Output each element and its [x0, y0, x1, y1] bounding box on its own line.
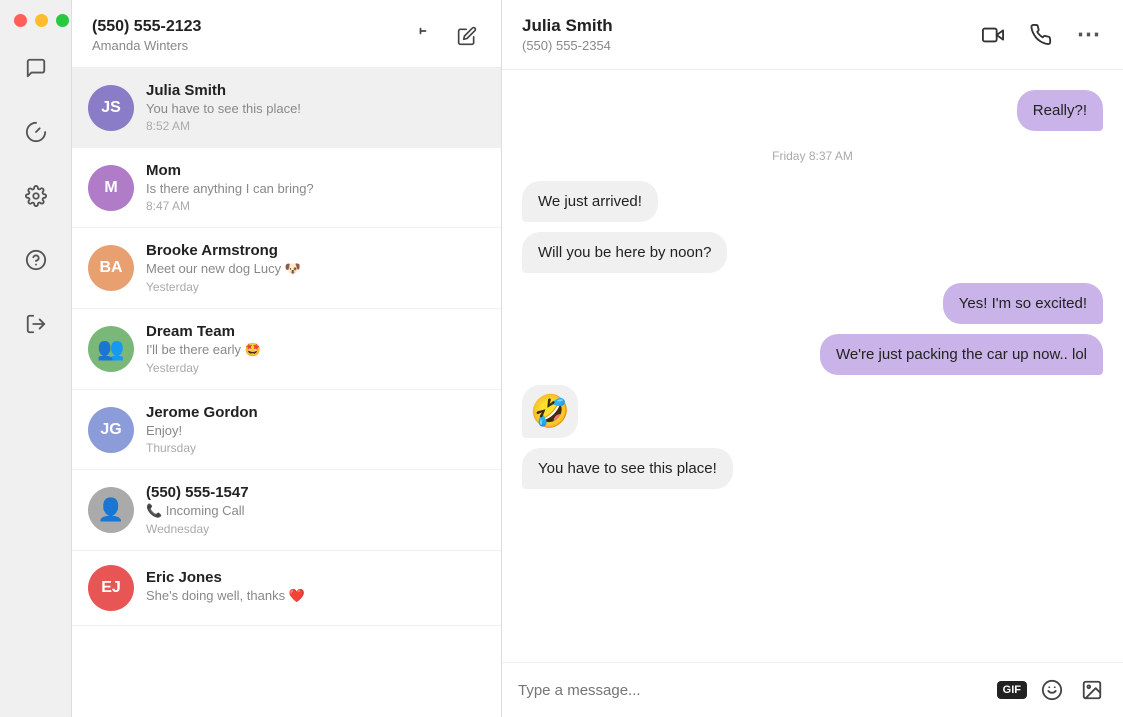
message-preview: She's doing well, thanks ❤️ [146, 588, 485, 604]
emoji-picker-icon[interactable] [1037, 675, 1067, 705]
avatar: 👥 [88, 326, 134, 372]
messages-icon[interactable] [18, 50, 54, 86]
message-time: Wednesday [146, 522, 485, 536]
conv-info: Dream Team I'll be there early 🤩 Yesterd… [146, 323, 485, 375]
message-time: Thursday [146, 441, 485, 455]
conv-info: Brooke Armstrong Meet our new dog Lucy 🐶… [146, 242, 485, 294]
account-name: Amanda Winters [92, 38, 201, 53]
help-icon[interactable] [18, 242, 54, 278]
sidebar-nav [0, 0, 72, 717]
message-row: Yes! I'm so excited! [522, 283, 1103, 324]
minimize-button[interactable] [35, 14, 48, 27]
conversation-list: JS Julia Smith You have to see this plac… [72, 68, 501, 717]
image-attach-icon[interactable] [1077, 675, 1107, 705]
chat-header-actions: ⋯ [979, 21, 1103, 49]
list-item[interactable]: M Mom Is there anything I can bring? 8:4… [72, 148, 501, 228]
conversations-panel: (550) 555-2123 Amanda Winters JS [72, 0, 502, 717]
avatar: M [88, 165, 134, 211]
message-time: Yesterday [146, 361, 485, 375]
message-bubble: We're just packing the car up now.. lol [820, 334, 1103, 375]
conv-info: Mom Is there anything I can bring? 8:47 … [146, 162, 485, 213]
avatar: EJ [88, 565, 134, 611]
chat-input-bar: GIF [502, 662, 1123, 717]
conversations-header: (550) 555-2123 Amanda Winters [72, 0, 501, 68]
message-preview: Meet our new dog Lucy 🐶 [146, 261, 485, 277]
message-row: We're just packing the car up now.. lol [522, 334, 1103, 375]
phone-call-icon[interactable] [1027, 21, 1055, 49]
list-item[interactable]: 👤 (550) 555-1547 📞 Incoming Call Wednesd… [72, 470, 501, 551]
avatar: JG [88, 407, 134, 453]
message-bubble: Yes! I'm so excited! [943, 283, 1103, 324]
message-preview: 📞 Incoming Call [146, 503, 485, 519]
chat-contact-name: Julia Smith [522, 16, 613, 36]
video-call-icon[interactable] [979, 21, 1007, 49]
message-bubble: You have to see this place! [522, 448, 733, 489]
avatar: JS [88, 85, 134, 131]
message-row: 🤣 [522, 385, 1103, 438]
header-actions [409, 22, 481, 50]
message-row: Will you be here by noon? [522, 232, 1103, 273]
conv-info: (550) 555-1547 📞 Incoming Call Wednesday [146, 484, 485, 536]
contact-name: Mom [146, 162, 485, 179]
message-time: 8:47 AM [146, 199, 485, 213]
account-info: (550) 555-2123 Amanda Winters [92, 18, 201, 53]
window-controls [14, 14, 69, 27]
maximize-button[interactable] [56, 14, 69, 27]
gif-button[interactable]: GIF [997, 681, 1027, 699]
chat-contact-phone: (550) 555-2354 [522, 38, 613, 53]
message-bubble: Really?! [1017, 90, 1103, 131]
message-preview: Enjoy! [146, 423, 485, 438]
date-divider: Friday 8:37 AM [522, 149, 1103, 163]
message-row: We just arrived! [522, 181, 1103, 222]
conv-info: Jerome Gordon Enjoy! Thursday [146, 404, 485, 455]
account-phone: (550) 555-2123 [92, 18, 201, 36]
avatar: 👤 [88, 487, 134, 533]
chat-panel: Julia Smith (550) 555-2354 ⋯ Really?! Fr… [502, 0, 1123, 717]
contact-name: (550) 555-1547 [146, 484, 485, 501]
message-input[interactable] [518, 682, 987, 699]
message-bubble: Will you be here by noon? [522, 232, 727, 273]
message-time: Yesterday [146, 280, 485, 294]
message-preview: Is there anything I can bring? [146, 181, 485, 196]
list-item[interactable]: JG Jerome Gordon Enjoy! Thursday [72, 390, 501, 470]
list-item[interactable]: EJ Eric Jones She's doing well, thanks ❤… [72, 551, 501, 626]
close-button[interactable] [14, 14, 27, 27]
message-preview: I'll be there early 🤩 [146, 342, 485, 358]
message-bubble: 🤣 [522, 385, 578, 438]
message-preview: You have to see this place! [146, 101, 485, 116]
list-item[interactable]: BA Brooke Armstrong Meet our new dog Luc… [72, 228, 501, 309]
compose-icon[interactable] [453, 22, 481, 50]
speed-icon[interactable] [18, 114, 54, 150]
message-bubble: We just arrived! [522, 181, 658, 222]
dial-icon[interactable] [409, 22, 437, 50]
message-row: You have to see this place! [522, 448, 1103, 489]
more-options-icon[interactable]: ⋯ [1075, 21, 1103, 49]
contact-name: Brooke Armstrong [146, 242, 485, 259]
conv-info: Eric Jones She's doing well, thanks ❤️ [146, 569, 485, 607]
chat-contact-info: Julia Smith (550) 555-2354 [522, 16, 613, 53]
settings-icon[interactable] [18, 178, 54, 214]
contact-name: Julia Smith [146, 82, 485, 99]
message-time: 8:52 AM [146, 119, 485, 133]
chat-messages: Really?! Friday 8:37 AM We just arrived!… [502, 70, 1123, 662]
contact-name: Dream Team [146, 323, 485, 340]
avatar: BA [88, 245, 134, 291]
list-item[interactable]: JS Julia Smith You have to see this plac… [72, 68, 501, 148]
conv-info: Julia Smith You have to see this place! … [146, 82, 485, 133]
contact-name: Jerome Gordon [146, 404, 485, 421]
chat-header: Julia Smith (550) 555-2354 ⋯ [502, 0, 1123, 70]
contact-name: Eric Jones [146, 569, 485, 586]
list-item[interactable]: 👥 Dream Team I'll be there early 🤩 Yeste… [72, 309, 501, 390]
message-row: Really?! [522, 90, 1103, 131]
logout-icon[interactable] [18, 306, 54, 342]
